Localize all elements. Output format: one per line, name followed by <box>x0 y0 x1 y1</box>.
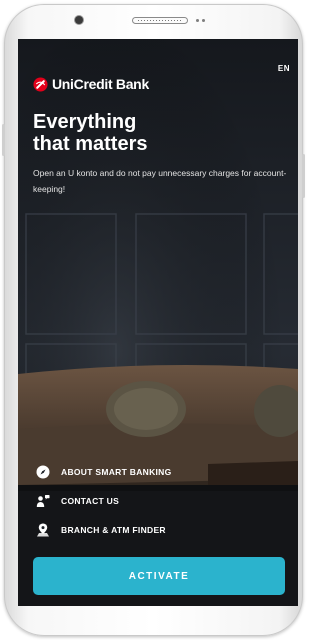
contact-icon <box>36 494 50 507</box>
app-screen: EN UniCredit Bank Everything that matter… <box>18 39 298 606</box>
language-switch[interactable]: EN <box>278 64 290 73</box>
volume-button <box>2 124 5 156</box>
menu-item-contact-us[interactable]: CONTACT US <box>36 486 286 515</box>
earpiece-speaker <box>132 17 188 24</box>
headline-line-1: Everything <box>33 111 137 133</box>
quick-links-menu: ABOUT SMART BANKING CONTACT US BRANCH & … <box>36 457 286 544</box>
menu-item-label: ABOUT SMART BANKING <box>61 466 172 477</box>
brand-logo: UniCredit Bank <box>33 76 149 92</box>
sensor-dot <box>202 19 205 22</box>
menu-item-branch-atm-finder[interactable]: BRANCH & ATM FINDER <box>36 515 286 544</box>
sensor-dot <box>196 19 199 22</box>
menu-item-label: CONTACT US <box>61 495 120 506</box>
location-pin-icon <box>37 523 49 536</box>
menu-item-about-smart-banking[interactable]: ABOUT SMART BANKING <box>36 457 286 486</box>
hero-headline: Everything that matters <box>33 111 283 155</box>
activate-button[interactable]: ACTIVATE <box>33 557 285 595</box>
compass-icon <box>36 465 50 478</box>
power-button <box>302 154 305 198</box>
hero-subtitle: Open an U konto and do not pay unnecessa… <box>33 168 287 194</box>
unicredit-logo-icon <box>33 76 48 92</box>
menu-item-label: BRANCH & ATM FINDER <box>61 524 166 535</box>
phone-frame: EN UniCredit Bank Everything that matter… <box>2 4 305 636</box>
front-camera <box>75 16 83 24</box>
brand-name: UniCredit Bank <box>52 76 149 92</box>
headline-line-2: that matters <box>33 133 148 155</box>
